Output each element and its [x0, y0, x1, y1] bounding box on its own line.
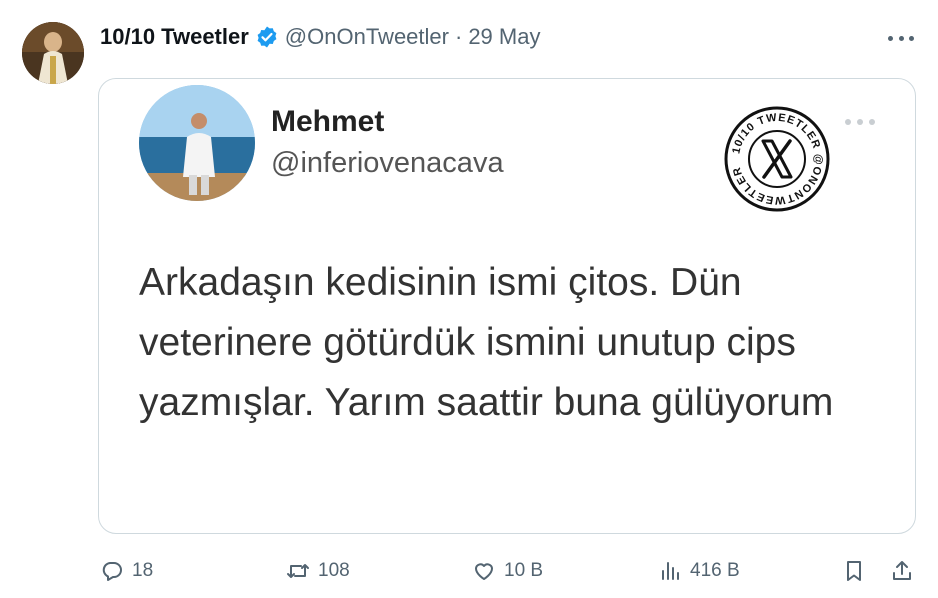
views-count: 416 B — [690, 560, 740, 581]
author-avatar[interactable] — [22, 22, 84, 84]
like-button[interactable]: 10 B — [472, 556, 543, 586]
more-dot-icon — [898, 35, 904, 41]
tweet-date[interactable]: 29 May — [468, 24, 540, 50]
author-display-name[interactable]: 10/10 Tweetler — [100, 24, 249, 50]
reply-icon — [102, 562, 122, 581]
like-count: 10 B — [504, 560, 544, 581]
action-bar: 18 108 10 B 416 B — [98, 556, 918, 586]
share-button[interactable] — [890, 556, 914, 586]
views-chart-icon — [662, 562, 679, 580]
verified-badge-icon — [257, 26, 277, 48]
embedded-author-name: Mehmet — [271, 105, 385, 138]
retweet-button[interactable]: 108 — [286, 556, 350, 586]
embedded-more-icon — [845, 117, 875, 127]
views-button[interactable]: 416 B — [658, 556, 740, 586]
reply-count: 18 — [132, 560, 154, 581]
tweet-header: 10/10 Tweetler @OnOnTweetler · 29 May — [100, 22, 540, 52]
more-options-button[interactable] — [888, 28, 914, 48]
bookmark-button[interactable] — [842, 556, 866, 586]
embedded-tweet-text: Arkadaşın kedisinin ismi çitos. Dün vete… — [139, 261, 834, 424]
author-handle[interactable]: @OnOnTweetler — [285, 24, 449, 50]
bookmark-icon — [847, 561, 861, 581]
more-dot-icon — [888, 35, 893, 41]
retweet-count: 108 — [318, 560, 350, 581]
share-icon — [893, 561, 911, 580]
tweet-media-image[interactable]: Mehmet @inferiovenacava 10/10 TWEETLER @… — [98, 78, 916, 534]
user-avatar-icon — [22, 22, 84, 84]
heart-icon — [475, 563, 493, 580]
embedded-avatar — [139, 85, 255, 201]
more-dot-icon — [909, 35, 914, 41]
embedded-author-handle: @inferiovenacava — [271, 147, 504, 179]
reply-button[interactable]: 18 — [100, 556, 153, 586]
embedded-avatar-icon — [139, 85, 255, 201]
x-logo-stamp: 10/10 TWEETLER @ONONTWEETLER — [724, 106, 830, 212]
separator-dot: · — [454, 24, 463, 49]
retweet-icon — [287, 564, 309, 578]
